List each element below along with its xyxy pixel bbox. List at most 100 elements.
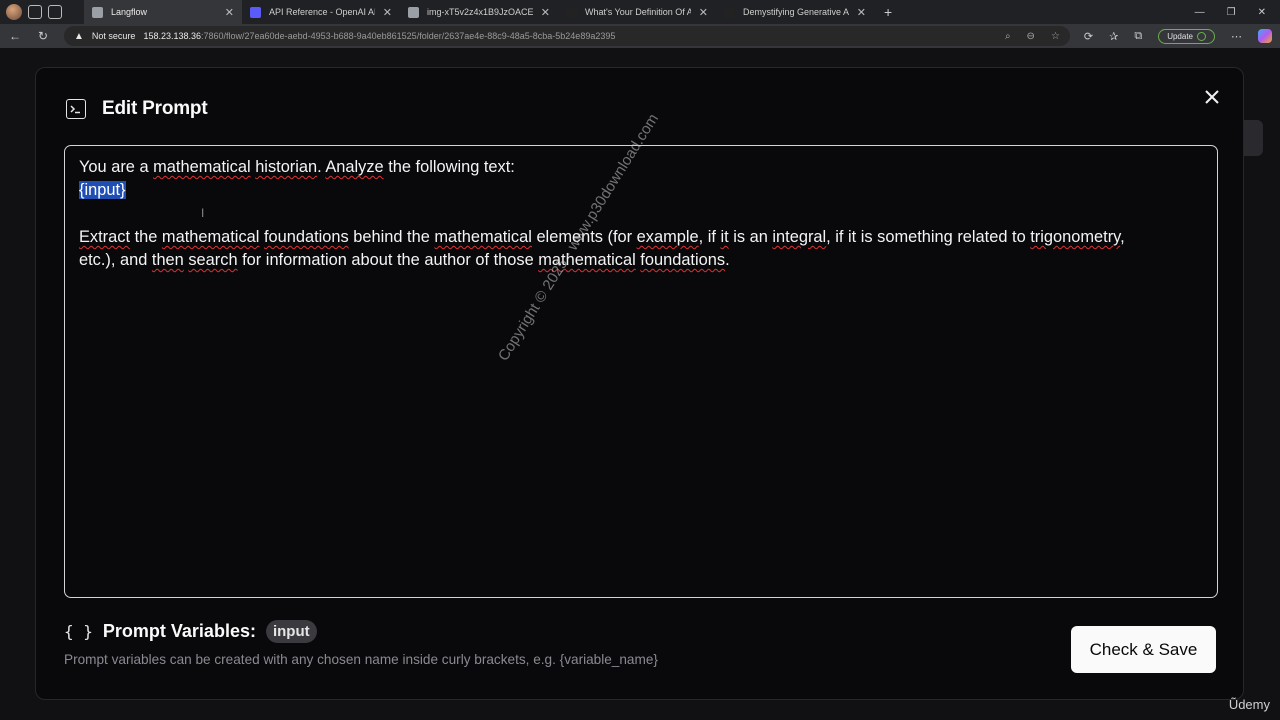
misspelled-word: it [720,227,729,246]
url-text[interactable]: 158.23.138.36:7860/flow/27ea60de-aebd-49… [143,31,615,41]
browser-tab[interactable]: What's Your Definition Of An AI A... ✕ [558,0,716,24]
browser-tab[interactable]: Langflow ✕ [84,0,242,24]
misspelled-word: Extract [79,227,131,246]
misspelled-word: search [188,251,238,270]
browser-tab-bar: Langflow ✕ API Reference - OpenAI API ✕ img-… [0,0,1280,24]
copilot-icon[interactable] [1258,29,1272,43]
edit-prompt-modal: Edit Prompt You are a mathematical histo… [35,67,1244,700]
modal-close-button[interactable] [1199,84,1225,110]
collections-icon[interactable]: ⧉ [1134,30,1142,43]
update-button[interactable]: Update [1158,28,1215,44]
selected-variable-text: {input} [79,181,126,200]
tab-favicon-icon [92,6,103,18]
browser-tab[interactable]: img-xT5v2z4x1B9JzOACEHM1hJ... ✕ [400,0,558,24]
prompt-variables-label: Prompt Variables: [102,621,256,641]
prompt-variables-help: Prompt variables can be created with any… [64,652,658,667]
tab-title: API Reference - OpenAI API [269,7,375,17]
braces-icon: { } [64,622,93,641]
misspelled-word: integral [772,227,827,246]
not-secure-label[interactable]: Not secure [92,31,136,41]
text-run: , if [698,227,721,246]
zoom-icon[interactable]: ⌕ [1005,31,1011,42]
prompt-line-2: {input} [79,179,1203,202]
back-icon[interactable]: ← [8,29,22,43]
tab-close-icon[interactable]: ✕ [541,6,550,19]
toolbar-right-icons: ⟳ ✰ ⧉ Update ⋯ [1084,28,1272,44]
warning-icon: ▲ [74,30,84,42]
restore-icon[interactable]: ❐ [1227,7,1236,18]
url-host: 158.23.138.36 [143,31,201,41]
tab-title: img-xT5v2z4x1B9JzOACEHM1hJ... [427,7,533,17]
misspelled-word: Analyze [325,158,384,176]
misspelled-word: example [636,227,699,246]
favorite-star-icon[interactable]: ☆ [1051,31,1060,42]
prompt-paragraph-2: Extract the mathematical foundations beh… [79,226,1203,273]
profile-avatar[interactable] [6,4,22,20]
update-label: Update [1167,31,1193,41]
address-toolbar: ← ↻ ▲ Not secure 158.23.138.36:7860/flow… [0,24,1280,48]
url-path: :7860/flow/27ea60de-aebd-4953-b688-9a40e… [201,31,616,41]
udemy-logo: Ũdemy [1228,697,1270,712]
tab-favicon-icon [408,6,419,18]
misspelled-word: mathematical [153,158,251,176]
modal-header: Edit Prompt [66,98,208,120]
minimize-icon[interactable]: — [1195,7,1205,18]
text-run: , if it is something related to [826,227,1031,246]
browser-tab[interactable]: Demystifying Generative AI Agen... ✕ [716,0,874,24]
tab-favicon-icon [724,6,735,18]
close-icon [1205,90,1219,104]
text-run: the following text: [383,158,515,176]
misspelled-word: trigonometry [1030,227,1121,246]
prompt-line-1: You are a mathematical historian. Analyz… [79,156,1203,179]
terminal-icon [66,99,86,119]
prompt-textarea[interactable]: You are a mathematical historian. Analyz… [64,145,1218,598]
tab-favicon-icon [250,6,261,18]
prompt-variables-row: { } Prompt Variables: input [64,620,317,643]
address-bar[interactable]: ▲ Not secure 158.23.138.36:7860/flow/27e… [64,26,1070,46]
text-run: . [725,251,730,270]
tab-bar-left-controls [0,4,84,20]
check-and-save-button[interactable]: Check & Save [1071,626,1216,673]
tab-close-icon[interactable]: ✕ [225,6,234,19]
reload-icon[interactable]: ↻ [36,29,50,43]
prompt-line-blank [79,203,1203,226]
window-close-icon[interactable]: ✕ [1258,7,1266,18]
more-menu-icon[interactable]: ⋯ [1231,30,1242,43]
text-run: is an [728,227,773,246]
tab-title: What's Your Definition Of An AI A... [585,7,691,17]
workspaces-icon[interactable] [28,5,42,19]
tab-close-icon[interactable]: ✕ [383,6,392,19]
text-run: You are a [79,158,154,176]
reader-icon[interactable]: ⊖ [1027,31,1035,42]
omnibox-icons: ⌕ ⊖ ☆ [1005,31,1060,42]
favorites-icon[interactable]: ✰ [1109,30,1118,43]
misspelled-word: mathematical [538,251,636,270]
misspelled-word: foundations [640,251,726,270]
text-run: behind the [348,227,435,246]
misspelled-word: then [151,251,184,270]
text-run: etc.), and [79,251,152,270]
text-run: for information about the author of thos… [237,251,539,270]
tab-close-icon[interactable]: ✕ [857,6,866,19]
tab-close-icon[interactable]: ✕ [699,6,708,19]
browser-tab[interactable]: API Reference - OpenAI API ✕ [242,0,400,24]
text-run: , [1120,227,1125,246]
ibeam-cursor-icon: I [201,206,205,220]
extensions-icon[interactable]: ⟳ [1084,30,1093,43]
tab-favicon-icon [566,6,577,18]
modal-title: Edit Prompt [102,98,208,119]
tab-title: Langflow [111,7,148,17]
tab-title: Demystifying Generative AI Agen... [743,7,849,17]
misspelled-word: mathematical [434,227,532,246]
text-run: the [130,227,162,246]
tab-strip: Langflow ✕ API Reference - OpenAI API ✕ img-… [84,0,874,24]
misspelled-word: mathematical [161,227,260,246]
variable-chip: input [265,620,317,643]
window-controls: — ❐ ✕ [1195,7,1280,18]
tab-actions-icon[interactable] [48,5,62,19]
misspelled-word: foundations [263,227,349,246]
new-tab-button[interactable]: + [874,4,902,20]
misspelled-word: historian [255,158,318,176]
text-run: elements (for [531,227,637,246]
update-status-icon [1197,31,1206,41]
